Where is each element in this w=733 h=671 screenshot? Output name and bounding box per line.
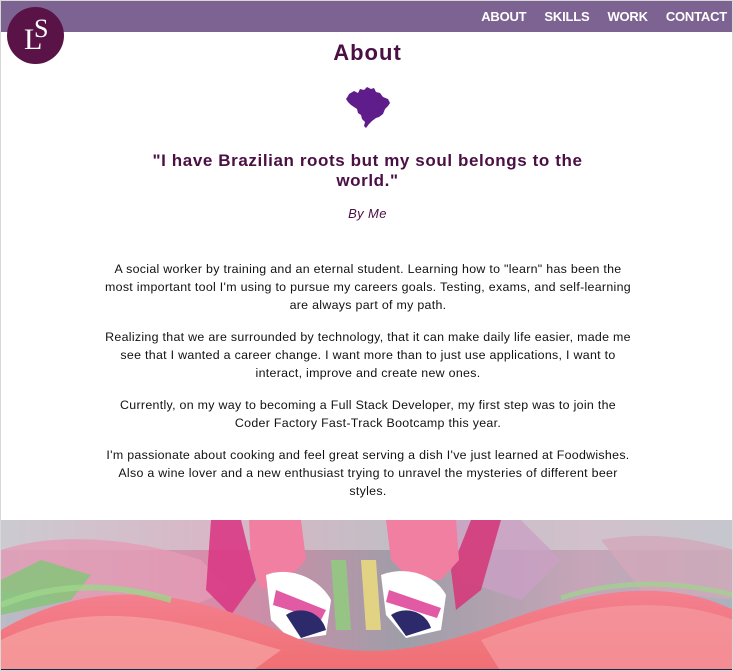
about-text: A social worker by training and an etern…	[104, 260, 632, 514]
nav-links: ABOUT SKILLS WORK CONTACT	[463, 9, 727, 25]
navbar: ABOUT SKILLS WORK CONTACT	[1, 1, 732, 32]
about-paragraph: I'm passionate about cooking and feel gr…	[106, 448, 630, 498]
section-title: About	[333, 40, 402, 65]
stylized-photo	[1, 520, 732, 670]
page-frame: ABOUT SKILLS WORK CONTACT L S About "I h…	[0, 0, 733, 671]
about-paragraph: Realizing that we are surrounded by tech…	[105, 330, 631, 380]
about-paragraph: Currently, on my way to becoming a Full …	[120, 398, 616, 430]
quote-author: By Me	[348, 206, 387, 221]
quote-text: "I have Brazilian roots but my soul belo…	[152, 151, 583, 190]
nav-link-contact[interactable]: CONTACT	[666, 9, 727, 25]
nav-link-work[interactable]: WORK	[607, 9, 648, 25]
nav-link-about[interactable]: ABOUT	[481, 9, 526, 25]
about-paragraph: A social worker by training and an etern…	[105, 262, 631, 312]
feet-photo-banner	[1, 520, 732, 670]
about-section: About "I have Brazilian roots but my sou…	[1, 32, 732, 520]
nav-link-skills[interactable]: SKILLS	[544, 9, 589, 25]
brazil-map-icon	[345, 84, 391, 135]
